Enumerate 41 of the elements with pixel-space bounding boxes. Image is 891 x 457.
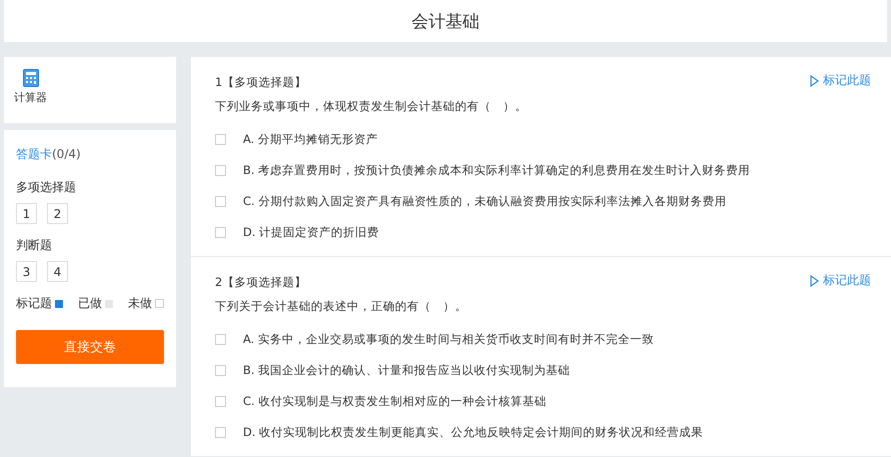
option-text: A. 实务中，企业交易或事项的发生时间与相关货币收支时间有时并不完全一致 — [243, 332, 654, 347]
legend-label: 未做 — [128, 295, 152, 312]
question-number-button[interactable]: 3 — [16, 261, 37, 282]
answer-count: (0/4) — [52, 147, 81, 161]
option-checkbox[interactable] — [215, 165, 226, 176]
mark-question-button[interactable]: 标记此题 — [810, 272, 871, 289]
section-title: 多项选择题 — [16, 179, 77, 196]
option-text: D. 计提固定资产的折旧费 — [243, 225, 380, 240]
legend-swatch — [55, 300, 63, 308]
question-number-button[interactable]: 2 — [47, 203, 68, 224]
flag-icon — [810, 274, 819, 286]
question-heading: 1【多项选择题】 — [215, 75, 306, 90]
option-text: B. 我国企业会计的确认、计量和报告应当以收付实现制为基础 — [243, 363, 570, 378]
option-text: C. 收付实现制是与权责发生制相对应的一种会计核算基础 — [243, 394, 546, 409]
section-title: 判断题 — [16, 237, 53, 254]
legend-swatch — [105, 300, 113, 308]
legend-label: 标记题 — [16, 295, 52, 312]
page-title: 会计基础 — [412, 10, 480, 32]
option-checkbox[interactable] — [215, 134, 226, 145]
option-checkbox[interactable] — [215, 365, 226, 376]
option-checkbox[interactable] — [215, 396, 226, 407]
flag-icon — [810, 74, 819, 86]
legend-label: 已做 — [78, 295, 102, 312]
answer-card-title: 答题卡 — [16, 147, 52, 161]
legend-swatch — [155, 299, 164, 308]
calculator-button[interactable]: 计算器 — [14, 69, 47, 105]
option-text: D. 收付实现制比权责发生制更能真实、公允地反映特定会计期间的财务状况和经营成果 — [243, 425, 704, 440]
option-text: A. 分期平均摊销无形资产 — [243, 132, 378, 147]
question-heading: 2【多项选择题】 — [215, 275, 306, 290]
question-text: 下列业务或事项中，体现权责发生制会计基础的有（ ）。 — [215, 99, 528, 114]
option-text: C. 分期付款购入固定资产具有融资性质的，未确认融资费用按实际利率法摊入各期财务费用 — [243, 194, 726, 209]
option-text: B. 考虑弃置费用时，按预计负债摊余成本和实际利率计算确定的利息费用在发生时计入财务费用 — [243, 163, 750, 178]
option-checkbox[interactable] — [215, 196, 226, 207]
question-number-button[interactable]: 1 — [16, 203, 37, 224]
option-checkbox[interactable] — [215, 334, 226, 345]
option-checkbox[interactable] — [215, 427, 226, 438]
option-checkbox[interactable] — [215, 227, 226, 238]
question-number-button[interactable]: 4 — [47, 261, 68, 282]
question-text: 下列关于会计基础的表述中，正确的有（ ）。 — [215, 299, 468, 314]
mark-question-button[interactable]: 标记此题 — [810, 72, 871, 89]
calculator-icon — [22, 69, 38, 87]
